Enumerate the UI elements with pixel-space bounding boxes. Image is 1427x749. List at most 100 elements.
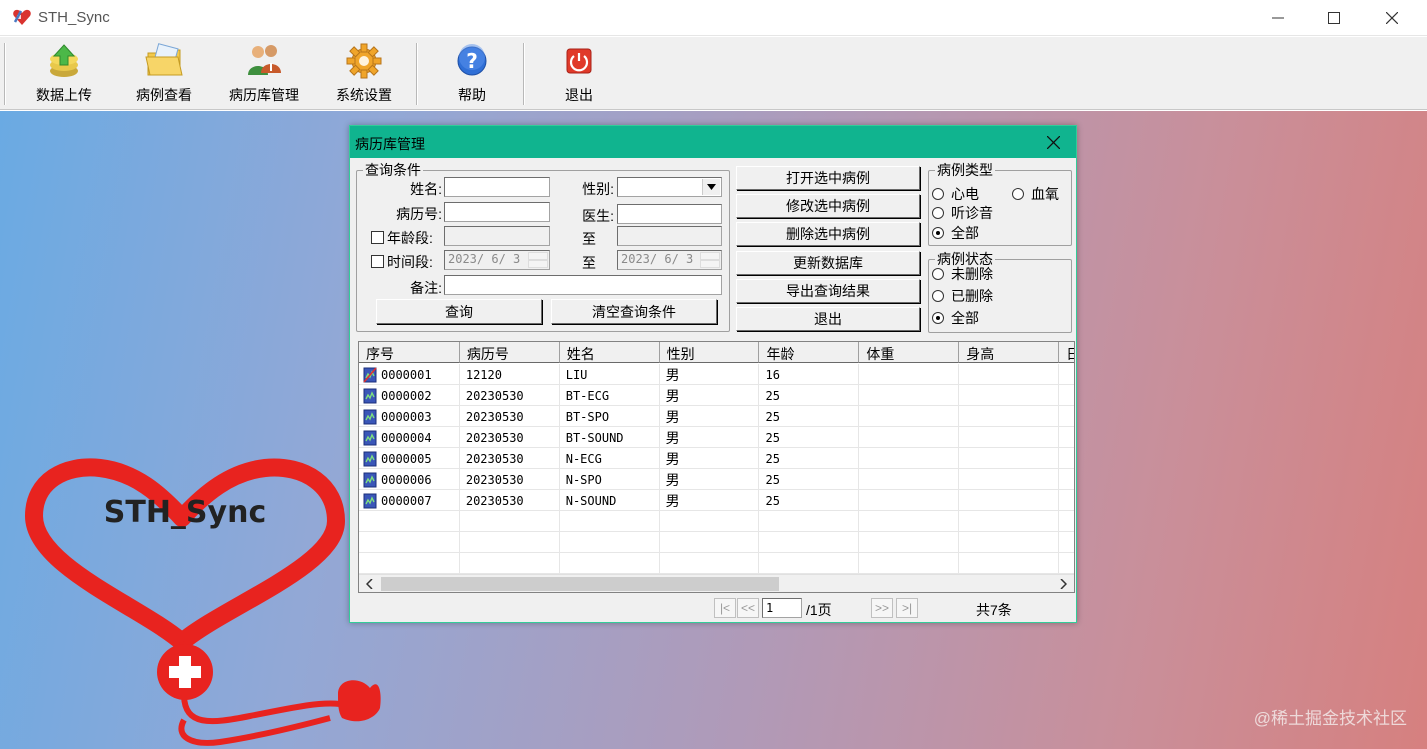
column-header-name[interactable]: 姓名 <box>559 342 660 363</box>
empty-cell <box>759 553 860 574</box>
upload-button[interactable]: 数据上传 <box>32 41 96 107</box>
clear-conditions-button[interactable]: 清空查询条件 <box>551 299 717 324</box>
total-count: 共7条 <box>976 602 1012 618</box>
empty-cell <box>759 532 860 553</box>
radio-status-not-deleted[interactable]: 未删除 <box>932 264 993 284</box>
cell-gender-text: 男 <box>665 408 680 425</box>
cell-name-text: LIU <box>565 367 588 382</box>
radio-status-all[interactable]: 全部 <box>932 308 979 328</box>
time-to-spinner[interactable] <box>700 252 720 268</box>
table-row <box>359 511 1074 532</box>
empty-cell <box>1059 364 1074 385</box>
radio-label: 未删除 <box>951 266 993 282</box>
app-logo-icon <box>13 9 31 25</box>
empty-cell <box>1059 532 1074 553</box>
exit-label: 退出 <box>565 87 593 103</box>
column-header-record-no[interactable]: 病历号 <box>459 342 560 363</box>
column-header-weight[interactable]: 体重 <box>859 342 960 363</box>
radio-case-type-spo2[interactable]: 血氧 <box>1012 184 1059 204</box>
radio-status-deleted[interactable]: 已删除 <box>932 286 993 306</box>
cell-weight <box>859 385 960 406</box>
table-row[interactable]: 0000004 20230530 BT-SOUND 男 25 <box>359 427 1074 448</box>
age-range-checkbox[interactable] <box>371 231 384 244</box>
time-to-picker[interactable]: 2023/ 6/ 3 <box>617 250 722 270</box>
cell-seq: 0000003 <box>359 406 460 427</box>
update-db-button[interactable]: 更新数据库 <box>736 251 920 275</box>
cell-age-text: 25 <box>765 493 780 508</box>
time-from-picker[interactable]: 2023/ 6/ 3 <box>444 250 550 270</box>
first-page-button[interactable]: |< <box>714 598 736 618</box>
help-icon: ? <box>457 44 487 76</box>
radio-case-type-ecg[interactable]: 心电 <box>932 184 979 204</box>
table-row[interactable]: 0000001 12120 LIU 男 16 <box>359 364 1074 385</box>
scroll-right-button[interactable] <box>1056 577 1070 591</box>
settings-button[interactable]: 系统设置 <box>332 41 396 107</box>
delete-case-button[interactable]: 删除选中病例 <box>736 222 920 246</box>
maximize-button[interactable] <box>1305 0 1363 36</box>
empty-cell <box>1059 511 1074 532</box>
column-header-gender[interactable]: 性别 <box>659 342 760 363</box>
records-grid[interactable]: 序号 病历号 姓名 性别 年龄 体重 身高 日 0000001 12120 LIU 男… <box>358 341 1075 593</box>
doctor-input[interactable] <box>617 204 722 224</box>
age-to-input[interactable] <box>617 226 722 246</box>
table-row[interactable]: 0000005 20230530 N-ECG 男 25 <box>359 448 1074 469</box>
name-input[interactable] <box>444 177 550 197</box>
export-results-button[interactable]: 导出查询结果 <box>736 279 920 303</box>
cell-gender-text: 男 <box>665 429 680 446</box>
cell-age: 25 <box>759 469 860 490</box>
radio-case-type-all[interactable]: 全部 <box>932 223 979 243</box>
cell-record-no: 12120 <box>460 364 560 385</box>
time-range-checkbox[interactable] <box>371 255 384 268</box>
cell-record-no: 20230530 <box>460 385 560 406</box>
search-button[interactable]: 查询 <box>376 299 542 324</box>
table-row[interactable]: 0000002 20230530 BT-ECG 男 25 <box>359 385 1074 406</box>
view-cases-button[interactable]: 病例查看 <box>132 41 196 107</box>
column-header-seq[interactable]: 序号 <box>359 342 460 363</box>
exit-button[interactable]: 退出 <box>555 41 603 107</box>
gender-select[interactable] <box>617 177 722 197</box>
column-header-age[interactable]: 年龄 <box>759 342 860 363</box>
time-from-spinner[interactable] <box>528 252 548 268</box>
empty-cell <box>460 532 560 553</box>
window-titlebar: STH_Sync <box>0 0 1427 36</box>
cell-gender: 男 <box>660 448 760 469</box>
remark-input[interactable] <box>444 275 722 295</box>
empty-cell <box>560 511 660 532</box>
scrollbar-thumb[interactable] <box>381 577 779 591</box>
record-file-icon <box>363 430 377 445</box>
radio-case-type-sound[interactable]: 听诊音 <box>932 203 993 223</box>
record-file-icon <box>363 493 377 508</box>
table-row[interactable]: 0000003 20230530 BT-SPO 男 25 <box>359 406 1074 427</box>
dropdown-arrow[interactable] <box>702 179 720 195</box>
horizontal-scrollbar[interactable] <box>359 574 1074 592</box>
record-no-input[interactable] <box>444 202 550 222</box>
edit-case-button[interactable]: 修改选中病例 <box>736 194 920 218</box>
cell-gender: 男 <box>660 385 760 406</box>
cell-name-text: BT-SPO <box>565 409 610 424</box>
main-toolbar: 数据上传 病例查看 病历库管理 系统设置 ? 帮助 退出 <box>0 37 1427 110</box>
cell-name: N-SPO <box>560 469 660 490</box>
table-row[interactable]: 0000006 20230530 N-SPO 男 25 <box>359 469 1074 490</box>
scroll-left-button[interactable] <box>362 577 376 591</box>
dialog-close-button[interactable] <box>1042 132 1064 152</box>
age-from-input[interactable] <box>444 226 550 246</box>
table-row[interactable]: 0000007 20230530 N-SOUND 男 25 <box>359 490 1074 511</box>
table-row <box>359 532 1074 553</box>
svg-text:?: ? <box>466 49 478 73</box>
prev-page-button[interactable]: << <box>737 598 759 618</box>
remark-label: 备注: <box>410 280 442 296</box>
column-header-height[interactable]: 身高 <box>959 342 1060 363</box>
cell-weight <box>859 364 960 385</box>
close-button[interactable] <box>1363 0 1421 36</box>
records-mgmt-button[interactable]: 病历库管理 <box>224 41 304 107</box>
page-number-input[interactable] <box>762 598 802 618</box>
toolbar-separator <box>523 43 525 105</box>
last-page-button[interactable]: >| <box>896 598 918 618</box>
column-header-date[interactable]: 日 <box>1059 342 1074 363</box>
next-page-button[interactable]: >> <box>871 598 893 618</box>
dialog-exit-button[interactable]: 退出 <box>736 307 920 331</box>
cell-age: 25 <box>759 427 860 448</box>
open-case-button[interactable]: 打开选中病例 <box>736 166 920 190</box>
minimize-button[interactable] <box>1249 0 1307 36</box>
help-button[interactable]: ? 帮助 <box>448 41 496 107</box>
